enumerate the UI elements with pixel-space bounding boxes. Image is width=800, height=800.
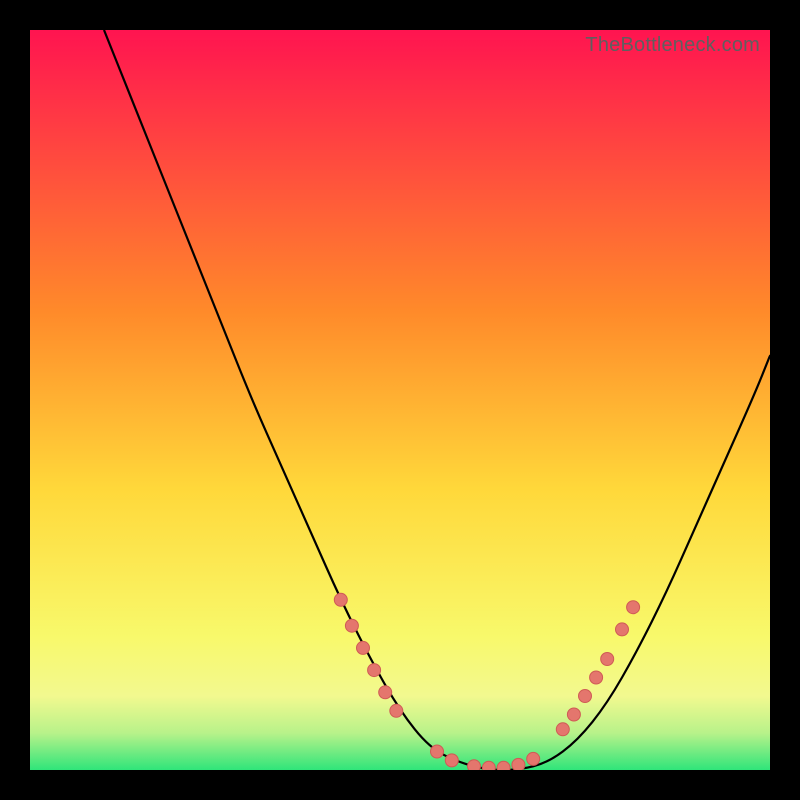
gradient-background <box>30 30 770 770</box>
curve-marker <box>579 690 592 703</box>
curve-marker <box>445 754 458 767</box>
curve-marker <box>497 761 510 770</box>
curve-marker <box>390 704 403 717</box>
curve-marker <box>468 760 481 770</box>
curve-marker <box>357 641 370 654</box>
curve-marker <box>334 593 347 606</box>
curve-marker <box>379 686 392 699</box>
curve-marker <box>527 752 540 765</box>
curve-marker <box>616 623 629 636</box>
curve-marker <box>627 601 640 614</box>
watermark-text: TheBottleneck.com <box>585 34 760 57</box>
chart-frame: TheBottleneck.com <box>30 30 770 770</box>
curve-marker <box>345 619 358 632</box>
curve-marker <box>567 708 580 721</box>
curve-marker <box>601 653 614 666</box>
curve-marker <box>590 671 603 684</box>
curve-marker <box>556 723 569 736</box>
curve-marker <box>482 761 495 770</box>
bottleneck-chart <box>30 30 770 770</box>
curve-marker <box>431 745 444 758</box>
curve-marker <box>368 664 381 677</box>
curve-marker <box>512 758 525 770</box>
